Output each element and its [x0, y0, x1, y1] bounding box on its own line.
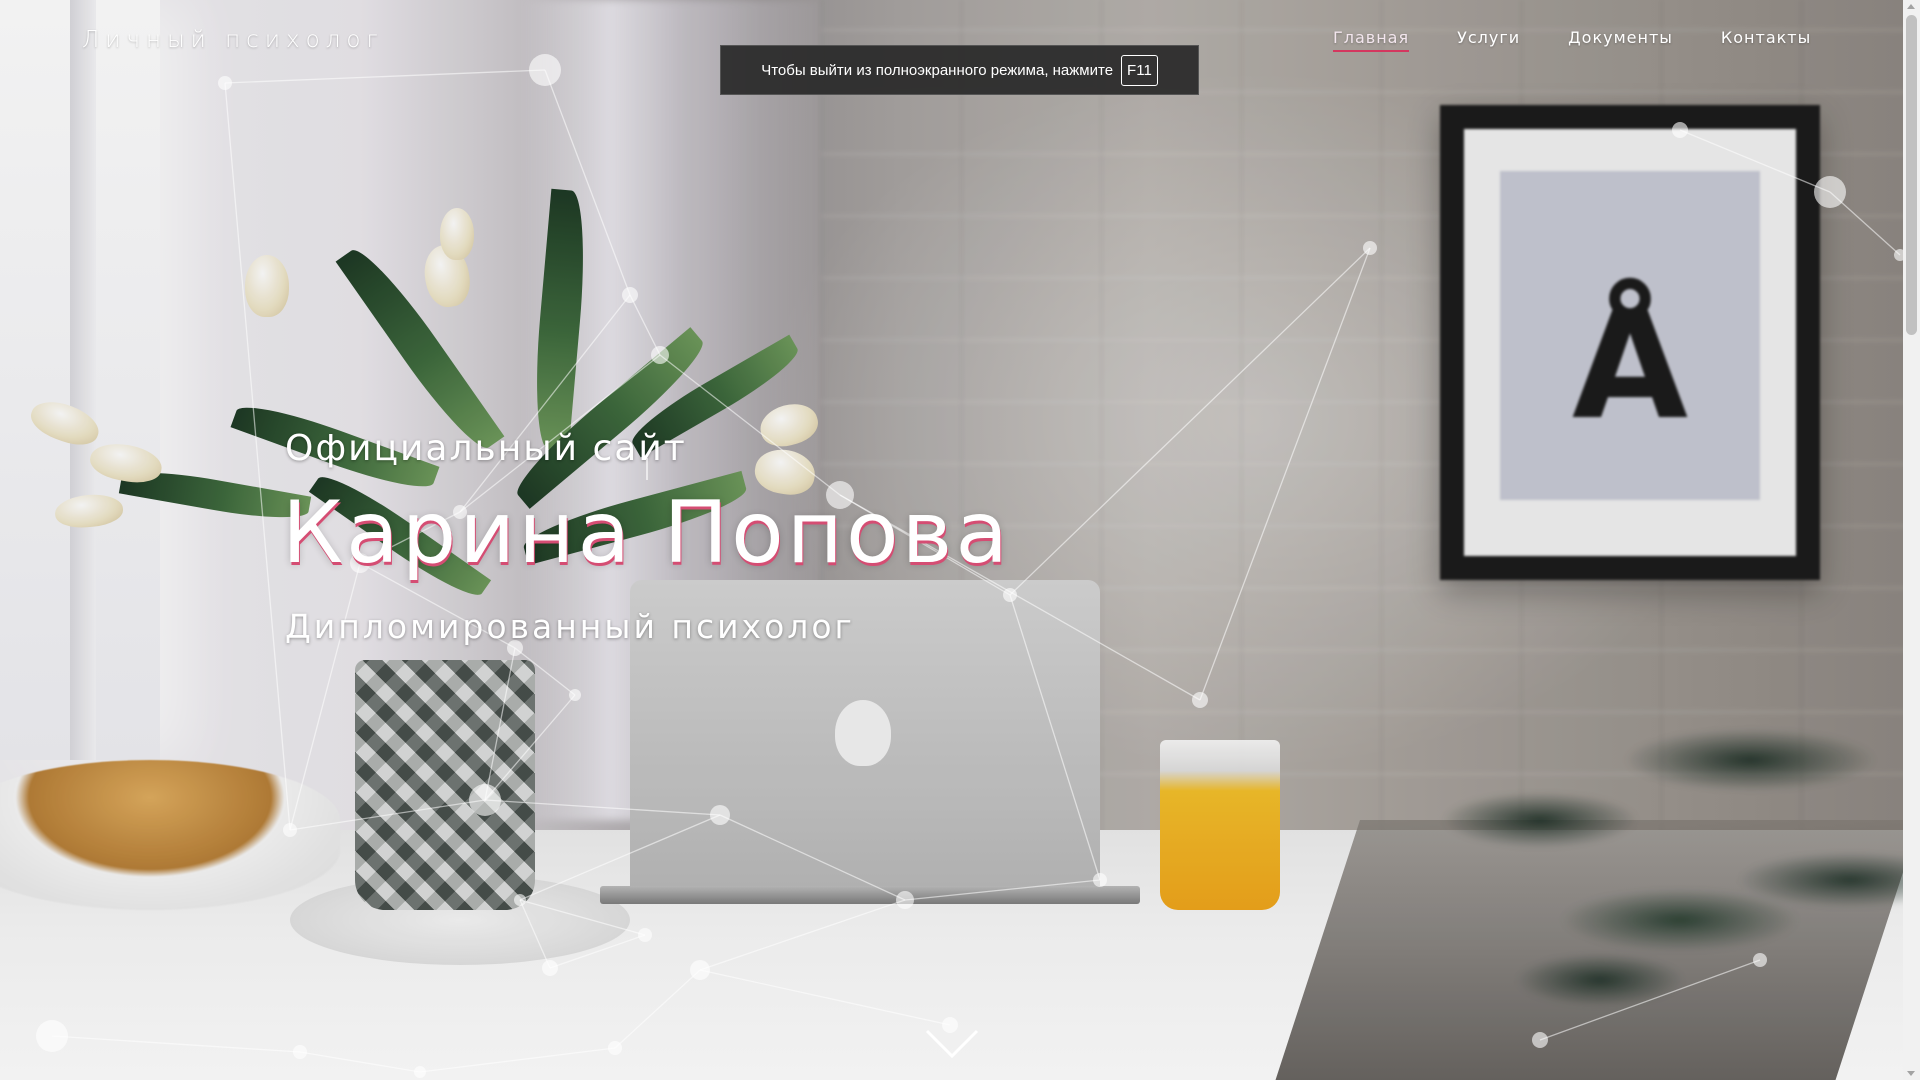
network-link: [289, 562, 361, 831]
network-node: [690, 960, 710, 980]
main-nav: Главная Услуги Документы Контакты: [1333, 28, 1811, 52]
network-node: [1093, 873, 1107, 887]
network-node: [542, 960, 558, 976]
scroll-down-arrow-icon[interactable]: [1907, 1071, 1915, 1076]
network-node: [36, 1020, 68, 1052]
network-node: [414, 1066, 426, 1078]
scroll-up-arrow-icon[interactable]: [1907, 4, 1915, 9]
chevron-down-icon: [925, 1029, 979, 1059]
network-link: [519, 814, 721, 901]
network-link: [484, 694, 576, 801]
network-node: [529, 54, 561, 86]
network-node: [608, 1041, 622, 1055]
nav-link-services[interactable]: Услуги: [1457, 28, 1520, 52]
hero-kicker: Официальный сайт: [285, 428, 687, 469]
network-link: [224, 82, 291, 831]
network-node: [1363, 241, 1377, 255]
hero-name: Карина Попова: [282, 483, 1012, 583]
page-viewport: Å Личный психолог Главная Услуги Докумен…: [0, 0, 1920, 1080]
hero-subtitle: Дипломированный психолог: [285, 607, 855, 646]
network-node: [469, 784, 501, 816]
network-link: [419, 1047, 616, 1073]
network-link: [519, 899, 646, 936]
network-link: [659, 354, 841, 496]
nav-link-home[interactable]: Главная: [1333, 28, 1410, 52]
network-node: [1672, 122, 1688, 138]
network-node: [896, 891, 914, 909]
network-link: [484, 647, 516, 801]
network-link: [719, 814, 906, 901]
network-link: [299, 1051, 421, 1073]
network-node: [293, 1045, 307, 1059]
network-node: [1753, 953, 1767, 967]
network-link: [289, 799, 486, 831]
scroll-down-button[interactable]: [924, 1028, 980, 1060]
network-link: [614, 969, 701, 1049]
network-link: [459, 294, 631, 513]
fullscreen-notice-text: Чтобы выйти из полноэкранного режима, на…: [761, 61, 1114, 79]
network-link: [1539, 959, 1761, 1041]
network-link: [1009, 594, 1101, 881]
scrollbar-thumb[interactable]: [1906, 15, 1917, 335]
network-node: [638, 928, 652, 942]
network-link: [1679, 129, 1831, 193]
network-node: [218, 76, 232, 90]
site-logo[interactable]: Личный психолог: [82, 27, 384, 53]
network-link: [549, 934, 646, 969]
network-node: [651, 346, 669, 364]
network-link: [699, 899, 906, 971]
network-link: [514, 647, 576, 696]
network-link: [519, 899, 551, 969]
nav-link-contacts[interactable]: Контакты: [1721, 28, 1811, 52]
nav-link-documents[interactable]: Документы: [1568, 28, 1673, 52]
network-node: [1192, 692, 1208, 708]
network-node: [622, 287, 638, 303]
fullscreen-notice: Чтобы выйти из полноэкранного режима, на…: [720, 45, 1199, 95]
network-node: [569, 689, 581, 701]
text-cursor-icon: [646, 458, 648, 480]
fullscreen-key-badge: F11: [1121, 54, 1158, 86]
network-node: [514, 894, 526, 906]
network-link: [224, 69, 546, 84]
network-link: [1009, 247, 1371, 596]
network-node: [1532, 1032, 1548, 1048]
network-link: [904, 879, 1101, 901]
network-node: [283, 823, 297, 837]
network-node: [1814, 176, 1846, 208]
network-link: [1199, 247, 1371, 701]
network-link: [484, 799, 721, 816]
network-link: [51, 1035, 301, 1053]
page-scrollbar[interactable]: [1903, 0, 1920, 1080]
network-link: [629, 294, 661, 356]
network-link: [699, 969, 951, 1026]
network-link: [544, 69, 631, 296]
network-node: [710, 805, 730, 825]
network-node: [1003, 588, 1017, 602]
